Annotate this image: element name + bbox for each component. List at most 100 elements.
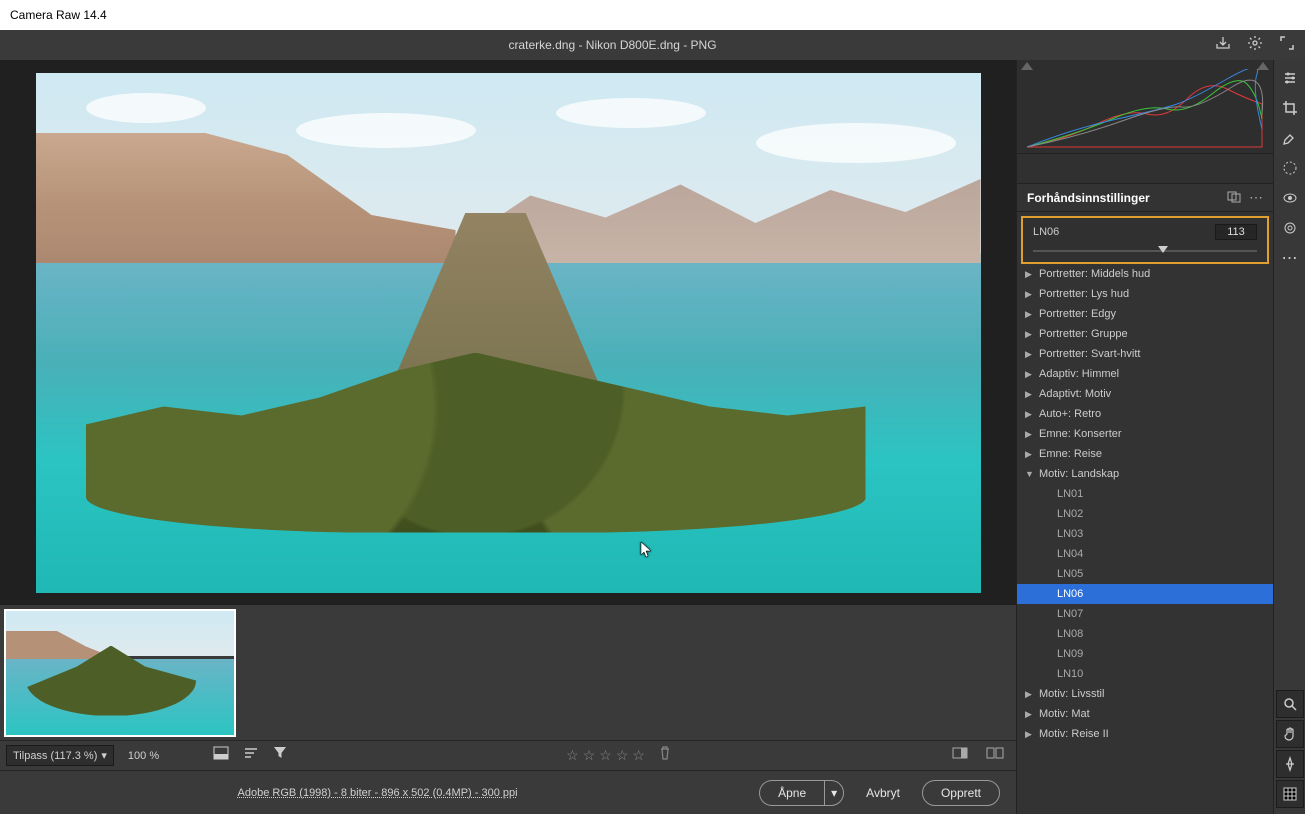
image-preview[interactable]: [36, 73, 981, 593]
view-bar: Tilpass (117.3 %) ▾ 100 % ☆ ☆: [0, 740, 1016, 770]
cursor-icon: [640, 541, 654, 559]
triangle-right-icon: ▶: [1025, 269, 1035, 280]
document-title: craterke.dng - Nikon D800E.dng - PNG: [10, 38, 1215, 52]
export-icon[interactable]: [1215, 35, 1231, 56]
zoom-fit-select[interactable]: Tilpass (117.3 %) ▾: [6, 745, 114, 766]
redeye-tool[interactable]: [1276, 184, 1304, 212]
preset-group[interactable]: ▶Portretter: Lys hud: [1017, 284, 1273, 304]
histogram[interactable]: [1017, 60, 1273, 154]
panel-title: Forhåndsinnstillinger: [1027, 191, 1219, 205]
preset-list[interactable]: ▶ Portretter: Middels hud ▶Portretter: Lys…: [1017, 264, 1273, 814]
fullscreen-icon[interactable]: [1279, 35, 1295, 56]
star-2[interactable]: ☆: [583, 747, 596, 764]
before-after-icon[interactable]: [946, 746, 974, 765]
create-button[interactable]: Opprett: [922, 780, 1000, 806]
hand-tool[interactable]: [1276, 720, 1304, 748]
preset-group-label: Adaptivt: Motiv: [1039, 388, 1111, 400]
cancel-button[interactable]: Avbryt: [856, 781, 910, 805]
star-3[interactable]: ☆: [599, 747, 612, 764]
preset-group-label: Emne: Konserter: [1039, 428, 1122, 440]
body: Tilpass (117.3 %) ▾ 100 % ☆ ☆: [0, 60, 1305, 814]
crop-tool[interactable]: [1276, 94, 1304, 122]
panel-menu-icon[interactable]: ⋯: [1249, 189, 1263, 206]
star-4[interactable]: ☆: [616, 747, 629, 764]
preset-group[interactable]: ▶Adaptiv: Himmel: [1017, 364, 1273, 384]
more-tool[interactable]: ⋯: [1276, 244, 1304, 272]
preset-item[interactable]: LN07: [1017, 604, 1273, 624]
star-5[interactable]: ☆: [632, 747, 645, 764]
heal-tool[interactable]: [1276, 124, 1304, 152]
triangle-right-icon: ▶: [1025, 409, 1035, 420]
triangle-right-icon: ▶: [1025, 309, 1035, 320]
triangle-right-icon: ▶: [1025, 449, 1035, 460]
open-button[interactable]: Åpne: [759, 780, 824, 806]
preset-amount-box: LN06: [1021, 216, 1269, 264]
star-1[interactable]: ☆: [566, 747, 579, 764]
preset-group-label: Motiv: Reise II: [1039, 728, 1109, 740]
preset-group-label: Emne: Reise: [1039, 448, 1102, 460]
preset-item[interactable]: LN03: [1017, 524, 1273, 544]
preset-item[interactable]: LN02: [1017, 504, 1273, 524]
triangle-down-icon: ▼: [1025, 469, 1035, 479]
settings-icon[interactable]: [1247, 35, 1263, 56]
triangle-right-icon: ▶: [1025, 689, 1035, 700]
footer: Adobe RGB (1998) - 8 biter - 896 x 502 (…: [0, 770, 1016, 814]
chevron-down-icon: ▾: [101, 749, 107, 762]
preset-amount-slider[interactable]: [1033, 246, 1257, 256]
triangle-right-icon: ▶: [1025, 389, 1035, 400]
preset-group[interactable]: ▶ Emne: Konserter: [1017, 424, 1273, 444]
preset-group-label: Portretter: Edgy: [1039, 308, 1116, 320]
preset-group[interactable]: ▶Portretter: Svart-hvitt: [1017, 344, 1273, 364]
triangle-right-icon: ▶: [1025, 369, 1035, 380]
grid-tool[interactable]: [1276, 780, 1304, 808]
zoom-tool[interactable]: [1276, 690, 1304, 718]
preset-item[interactable]: LN09: [1017, 644, 1273, 664]
new-preset-icon[interactable]: [1227, 190, 1241, 206]
preset-group[interactable]: ▶ Portretter: Middels hud: [1017, 264, 1273, 284]
metadata-strip: [1017, 154, 1273, 184]
star-rating[interactable]: ☆ ☆ ☆ ☆ ☆: [566, 747, 645, 764]
window-titlebar: Camera Raw 14.4: [0, 0, 1305, 30]
preset-group-label: Motiv: Landskap: [1039, 468, 1119, 480]
triangle-right-icon: ▶: [1025, 429, 1035, 440]
preset-item[interactable]: LN10: [1017, 664, 1273, 684]
sort-icon[interactable]: [239, 746, 263, 765]
preset-group[interactable]: ▶Motiv: Livsstil: [1017, 684, 1273, 704]
preset-group[interactable]: ▶Auto+: Retro: [1017, 404, 1273, 424]
presets-panel-header: Forhåndsinnstillinger ⋯: [1017, 184, 1273, 212]
zoom-100-button[interactable]: 100 %: [120, 747, 167, 765]
output-settings-link[interactable]: Adobe RGB (1998) - 8 biter - 896 x 502 (…: [16, 787, 739, 799]
grid-view-icon[interactable]: [209, 746, 233, 765]
preset-group[interactable]: ▶ Adaptivt: Motiv: [1017, 384, 1273, 404]
preset-group[interactable]: ▶ Portretter: Edgy: [1017, 304, 1273, 324]
sampler-tool[interactable]: [1276, 750, 1304, 778]
preset-item[interactable]: LN06: [1017, 584, 1273, 604]
canvas-area: Tilpass (117.3 %) ▾ 100 % ☆ ☆: [0, 60, 1016, 814]
preset-group-label: Portretter: Gruppe: [1039, 328, 1128, 340]
mask-tool[interactable]: [1276, 154, 1304, 182]
compare-icon[interactable]: [980, 746, 1010, 765]
preset-group[interactable]: ▶Motiv: Reise II: [1017, 724, 1273, 744]
presets-tool[interactable]: [1276, 214, 1304, 242]
preset-group[interactable]: ▶ Emne: Reise: [1017, 444, 1273, 464]
preset-group[interactable]: ▼ Motiv: Landskap: [1017, 464, 1273, 484]
preset-group-label: Portretter: Middels hud: [1039, 268, 1150, 280]
preset-item[interactable]: LN04: [1017, 544, 1273, 564]
filter-icon[interactable]: [269, 746, 291, 765]
open-dropdown-button[interactable]: ▾: [824, 780, 844, 806]
tool-column: ⋯: [1273, 60, 1305, 814]
triangle-right-icon: ▶: [1025, 709, 1035, 720]
preset-item[interactable]: LN08: [1017, 624, 1273, 644]
preset-group[interactable]: ▶ Motiv: Mat: [1017, 704, 1273, 724]
preset-item[interactable]: LN01: [1017, 484, 1273, 504]
preset-amount-input[interactable]: [1215, 224, 1257, 240]
thumbnail[interactable]: [4, 609, 236, 737]
edit-tool[interactable]: [1276, 64, 1304, 92]
triangle-right-icon: ▶: [1025, 329, 1035, 340]
triangle-right-icon: ▶: [1025, 289, 1035, 300]
preview-wrap: [0, 60, 1016, 605]
preset-group-label: Motiv: Mat: [1039, 708, 1090, 720]
preset-group[interactable]: ▶ Portretter: Gruppe: [1017, 324, 1273, 344]
trash-icon[interactable]: [659, 746, 671, 765]
preset-item[interactable]: LN05: [1017, 564, 1273, 584]
